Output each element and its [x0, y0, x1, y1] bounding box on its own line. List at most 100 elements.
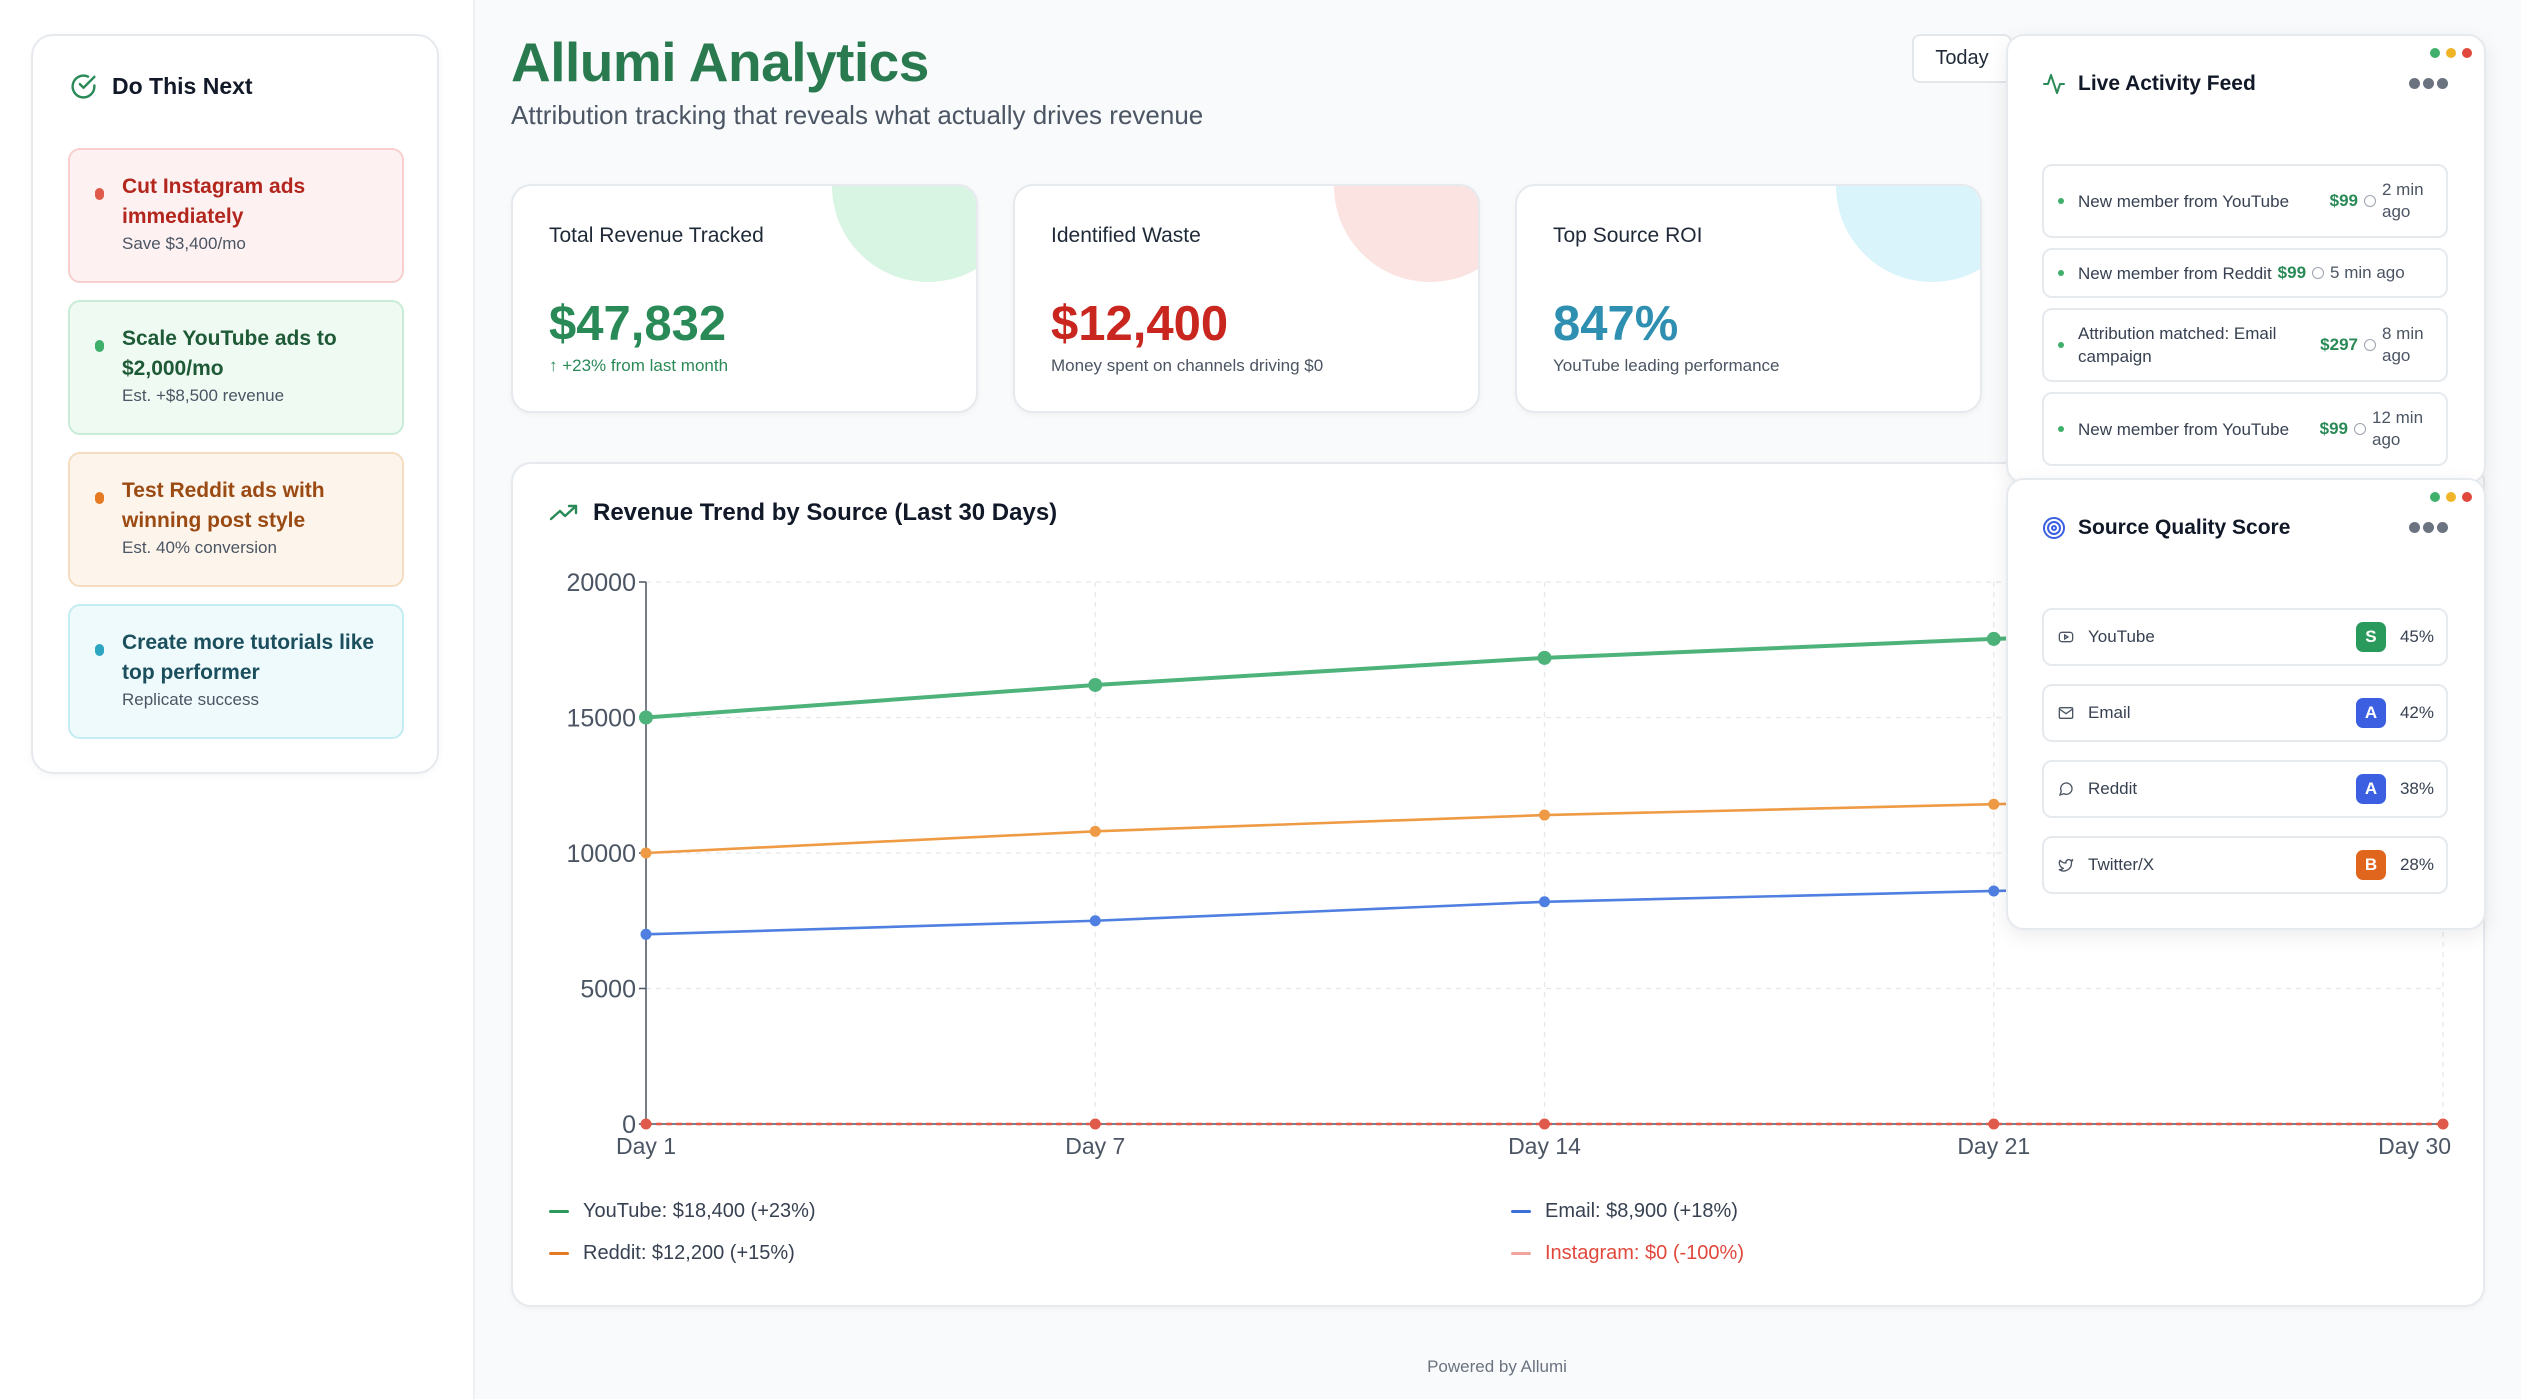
- quality-row-reddit[interactable]: Reddit A 38%: [2042, 760, 2448, 818]
- legend-swatch: [1511, 1252, 1531, 1255]
- priority-dot: [95, 340, 104, 352]
- feed-item-text: New member from YouTube: [2078, 191, 2290, 211]
- x-tick-label: Day 30: [2378, 1133, 2451, 1159]
- legend-email[interactable]: Email: $8,900 (+18%): [1511, 1200, 1738, 1223]
- youtube-icon: [2058, 631, 2074, 643]
- feed-item-text: Attribution matched: Email campaign: [2078, 324, 2277, 366]
- feed-item[interactable]: New member from YouTube $99 12 min ago: [2042, 392, 2448, 466]
- grade-badge: A: [2355, 698, 2386, 728]
- action-subtitle: Est. +$8,500 revenue: [122, 386, 285, 405]
- stat-card-identified-waste: Identified Waste $12,400 Money spent on …: [1013, 184, 1480, 413]
- stat-value: $47,832: [549, 297, 727, 351]
- feed-item-amount: $99: [2277, 263, 2307, 282]
- decorative-blob: [1334, 186, 1478, 282]
- stat-card-top-roi: Top Source ROI 847% YouTube leading perf…: [1515, 184, 1982, 413]
- window-dot-green[interactable]: [2430, 48, 2440, 58]
- quality-row-twitter[interactable]: Twitter/X B 28%: [2042, 836, 2448, 894]
- do-this-next-card: Do This Next Cut Instagram ads immediate…: [31, 34, 439, 774]
- quality-row-email[interactable]: Email A 42%: [2042, 684, 2448, 742]
- action-item-test-reddit[interactable]: Test Reddit ads with winning post style …: [68, 452, 404, 587]
- source-name: Email: [2088, 703, 2131, 722]
- data-point-email: [1988, 885, 2000, 897]
- priority-dot: [95, 644, 104, 656]
- do-this-next-header: Do This Next: [69, 72, 253, 101]
- page-subtitle: Attribution tracking that reveals what a…: [511, 100, 1204, 130]
- source-name: YouTube: [2088, 627, 2155, 646]
- feed-item[interactable]: New member from Reddit $99 5 min ago: [2042, 248, 2448, 298]
- more-options-icon[interactable]: [2409, 522, 2448, 533]
- window-dot-red[interactable]: [2462, 492, 2472, 502]
- action-subtitle: Save $3,400/mo: [122, 234, 246, 253]
- feed-title: Live Activity Feed: [2078, 72, 2256, 95]
- quality-row-youtube[interactable]: YouTube S 45%: [2042, 608, 2448, 666]
- stat-trend: ↑ +23% from last month: [549, 356, 729, 375]
- source-quality-panel[interactable]: Source Quality Score YouTube S 45% Email…: [2006, 478, 2486, 930]
- action-title: Create more tutorials like top performer: [122, 631, 375, 684]
- action-subtitle: Est. 40% conversion: [122, 538, 277, 557]
- grade-badge: S: [2355, 622, 2386, 652]
- data-point-reddit: [1539, 809, 1550, 821]
- legend-label: YouTube: $18,400 (+23%): [583, 1200, 816, 1222]
- feed-item[interactable]: New member from YouTube $99 2 min ago: [2042, 164, 2448, 238]
- legend-swatch: [1511, 1210, 1531, 1213]
- clock-icon: [2312, 267, 2325, 279]
- window-dot-red[interactable]: [2462, 48, 2472, 58]
- action-item-create-tutorials[interactable]: Create more tutorials like top performer…: [68, 604, 404, 739]
- y-tick-label: 15000: [566, 705, 636, 733]
- feed-item-time: 8 min ago: [2382, 324, 2424, 365]
- stat-value: $12,400: [1051, 297, 1229, 351]
- window-dot-green[interactable]: [2430, 492, 2440, 502]
- data-point-reddit: [1089, 825, 1101, 837]
- data-point-instagram: [640, 1118, 652, 1130]
- window-dot-yellow[interactable]: [2446, 48, 2456, 58]
- y-tick-label: 10000: [566, 840, 636, 868]
- data-point-instagram: [1089, 1118, 1101, 1130]
- target-icon: [2043, 517, 2065, 539]
- data-point-youtube: [1986, 631, 2001, 646]
- grade-badge: B: [2355, 850, 2386, 880]
- status-dot: [2058, 198, 2064, 204]
- feed-item-amount: $99: [2329, 191, 2358, 210]
- action-title: Test Reddit ads with winning post style: [122, 479, 325, 532]
- x-tick-label: Day 21: [1957, 1133, 2030, 1159]
- data-point-instagram: [2437, 1118, 2449, 1130]
- page-title: Allumi Analytics: [511, 31, 929, 93]
- action-title: Scale YouTube ads to $2,000/mo: [122, 327, 337, 380]
- action-item-cut-instagram[interactable]: Cut Instagram ads immediately Save $3,40…: [68, 148, 404, 283]
- chat-bubble-icon: [2058, 782, 2073, 797]
- data-point-youtube: [639, 710, 653, 725]
- legend-youtube[interactable]: YouTube: $18,400 (+23%): [549, 1200, 816, 1223]
- legend-label: Reddit: $12,200 (+15%): [583, 1242, 795, 1264]
- clock-icon: [2354, 423, 2366, 435]
- source-name: Twitter/X: [2088, 855, 2155, 874]
- priority-dot: [95, 492, 104, 504]
- footer-powered-by: Powered by Allumi: [1427, 1357, 1567, 1376]
- live-activity-feed-panel[interactable]: Live Activity Feed New member from YouTu…: [2006, 34, 2486, 484]
- window-dot-yellow[interactable]: [2446, 492, 2456, 502]
- chart-header: Revenue Trend by Source (Last 30 Days): [549, 499, 1057, 527]
- data-point-instagram: [1539, 1118, 1550, 1130]
- date-range-button[interactable]: Today: [1912, 34, 2012, 83]
- trending-up-icon: [549, 504, 578, 521]
- quality-header: Source Quality Score: [2042, 516, 2290, 540]
- stat-value: 847%: [1553, 297, 1679, 351]
- check-circle-icon: [71, 74, 96, 99]
- status-dot: [2058, 426, 2064, 432]
- stat-subtitle: Money spent on channels driving $0: [1051, 356, 1324, 375]
- legend-instagram[interactable]: Instagram: $0 (-100%): [1511, 1242, 1744, 1265]
- more-options-icon[interactable]: [2409, 78, 2448, 89]
- quality-percent: 28%: [2399, 855, 2434, 874]
- feed-header: Live Activity Feed: [2042, 72, 2256, 96]
- feed-item-time: 5 min ago: [2330, 263, 2405, 282]
- mail-icon: [2058, 707, 2074, 719]
- window-controls: [2430, 48, 2472, 58]
- action-item-scale-youtube[interactable]: Scale YouTube ads to $2,000/mo Est. +$8,…: [68, 300, 404, 435]
- decorative-blob: [832, 186, 976, 282]
- legend-reddit[interactable]: Reddit: $12,200 (+15%): [549, 1242, 795, 1265]
- x-tick-label: Day 7: [1065, 1133, 1125, 1159]
- legend-label: Email: $8,900 (+18%): [1545, 1200, 1738, 1222]
- stat-label: Total Revenue Tracked: [549, 224, 764, 247]
- grade-badge: A: [2355, 774, 2386, 804]
- feed-item[interactable]: Attribution matched: Email campaign $297…: [2042, 308, 2448, 382]
- status-dot: [2058, 342, 2064, 348]
